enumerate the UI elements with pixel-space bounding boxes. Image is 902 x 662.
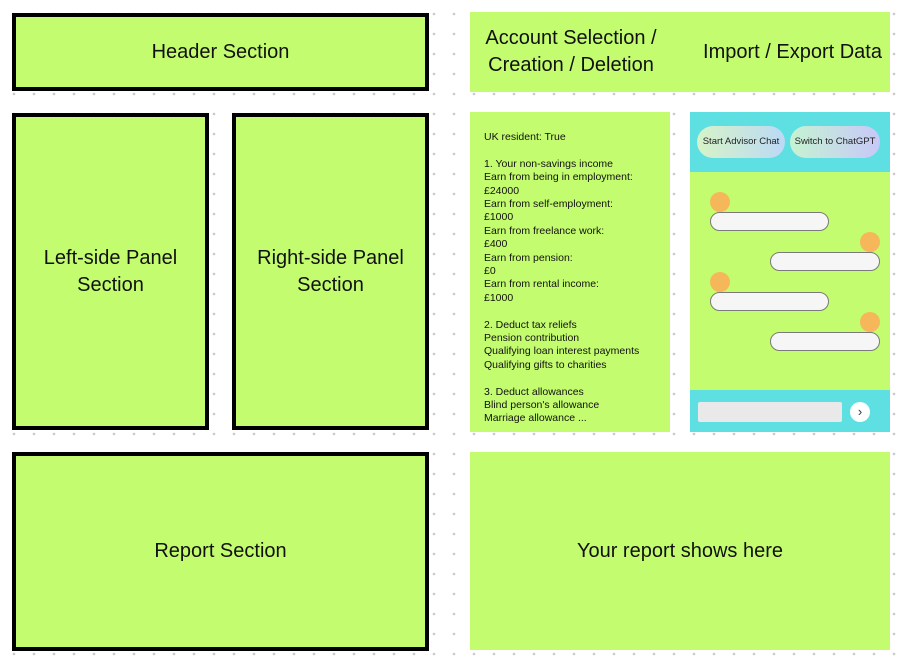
right-panel-section-label: Right-side Panel Section [257, 246, 404, 296]
tax-info-line: £400 [484, 238, 508, 251]
right-panel-section-box: Right-side Panel Section [232, 113, 429, 430]
tax-info-line: Pension contribution [484, 332, 580, 345]
account-selection-link[interactable]: Account Selection / Creation / Deletion [476, 25, 666, 79]
tax-info-line: 2. Deduct tax reliefs [484, 318, 577, 331]
tax-info-line: £0 [484, 265, 496, 278]
line-spacer [484, 144, 658, 157]
report-placeholder-text: Your report shows here [576, 539, 784, 562]
advisor-message-bubble [710, 212, 829, 231]
line-spacer [484, 305, 658, 318]
tax-info-line: £24000 [484, 184, 520, 197]
report-mockup: Your report shows here [470, 452, 890, 650]
tax-info-line: £1000 [484, 291, 514, 304]
tax-info-line: Qualifying loan interest payments [484, 345, 640, 358]
tax-info-line: UK resident: True [484, 131, 566, 143]
header-section-label: Header Section [151, 40, 290, 63]
advisor-avatar [710, 272, 730, 292]
left-panel-section-box: Left-side Panel Section [12, 113, 209, 430]
tax-info-line: Earn from pension: [484, 251, 573, 264]
tax-info-line: 3. Deduct allowances [484, 385, 584, 398]
user-avatar [860, 312, 880, 332]
tax-info-line: £1000 [484, 211, 514, 224]
user-avatar [860, 232, 880, 252]
send-icon[interactable]: › [850, 402, 870, 422]
left-panel-mockup: UK resident: True 1. Your non-savings inc… [470, 112, 670, 432]
tax-info-line: Qualifying gifts to charities [484, 358, 607, 371]
user-message-bubble [770, 252, 880, 271]
left-panel-section-label: Left-side Panel Section [43, 246, 178, 296]
chat-input-bar: › [690, 390, 890, 432]
chat-message-input[interactable] [698, 402, 842, 422]
advisor-message-bubble [710, 292, 829, 311]
user-message-bubble [770, 332, 880, 351]
chat-toolbar: Start Advisor Chat Switch to ChatGPT [690, 112, 890, 172]
tax-info-line: Earn from rental income: [484, 278, 599, 291]
start-advisor-chat-button[interactable]: Start Advisor Chat [697, 126, 785, 158]
switch-to-chatgpt-button[interactable]: Switch to ChatGPT [790, 126, 880, 158]
tax-info-line: Earn from being in employment: [484, 171, 633, 184]
import-export-link[interactable]: Import / Export Data [703, 39, 882, 66]
tax-info-line: Marriage allowance ... [484, 412, 587, 425]
tax-info-line: Blind person's allowance [484, 399, 600, 412]
line-spacer [484, 372, 658, 385]
advisor-avatar [710, 192, 730, 212]
tax-info-line: Earn from freelance work: [484, 224, 605, 237]
chat-panel-mockup: Start Advisor Chat Switch to ChatGPT › [690, 112, 890, 432]
header-section-box: Header Section [12, 13, 429, 91]
tax-info-line: Earn from self-employment: [484, 198, 613, 211]
tax-info-line: 1. Your non-savings income [484, 157, 613, 170]
header-mockup: Account Selection / Creation / Deletion … [470, 12, 890, 92]
report-section-box: Report Section [12, 452, 429, 651]
report-section-label: Report Section [154, 540, 287, 562]
